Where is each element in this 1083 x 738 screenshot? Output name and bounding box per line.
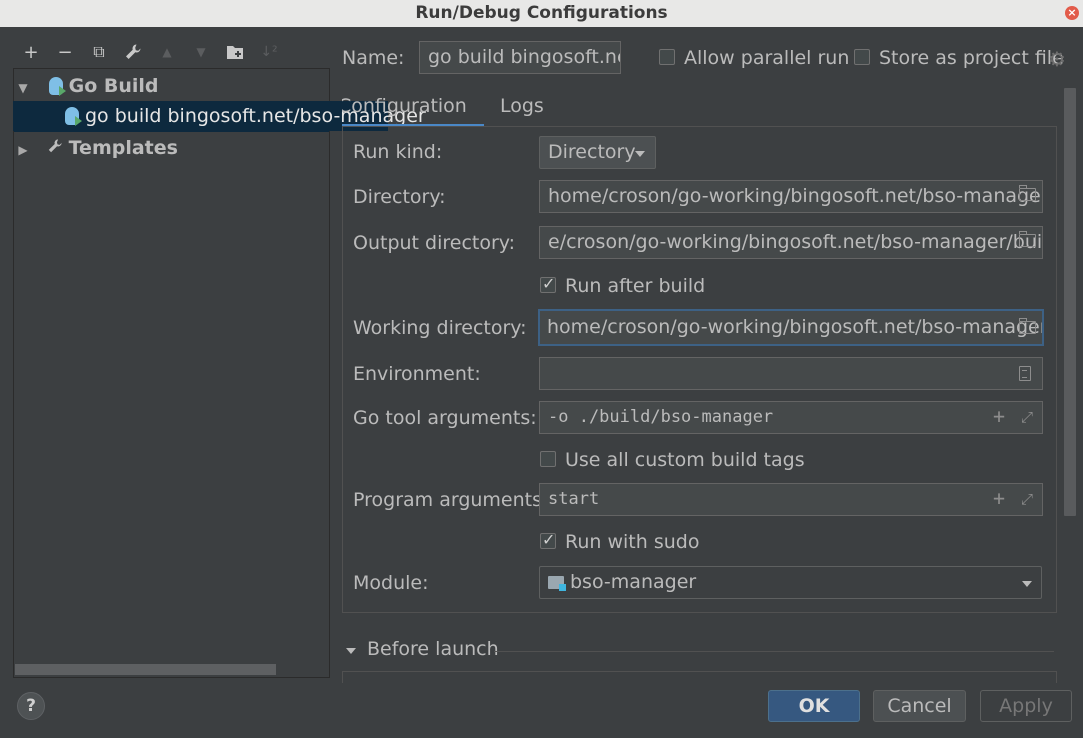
folder-icon[interactable] bbox=[1019, 231, 1036, 247]
module-label: Module: bbox=[353, 572, 429, 594]
collapse-arrow-icon[interactable] bbox=[346, 648, 356, 654]
folder-icon[interactable] bbox=[1019, 185, 1036, 201]
output-directory-value: e/croson/go-working/bingosoft.net/bso-ma… bbox=[548, 231, 1043, 253]
expand-icon[interactable]: ⤢ bbox=[1021, 402, 1033, 432]
sort-icon[interactable]: ↓² bbox=[252, 38, 286, 66]
tab-configuration[interactable]: Configuration bbox=[342, 88, 484, 127]
run-after-build-label: Run after build bbox=[565, 275, 706, 297]
tree-horizontal-scrollbar[interactable] bbox=[15, 664, 276, 675]
working-directory-value: home/croson/go-working/bingosoft.net/bso… bbox=[547, 316, 1044, 338]
config-tabs: Configuration Logs bbox=[342, 88, 1056, 127]
directory-field[interactable]: home/croson/go-working/bingosoft.net/bso… bbox=[539, 180, 1043, 213]
environment-field[interactable] bbox=[539, 357, 1043, 390]
run-after-build-checkbox[interactable] bbox=[540, 274, 556, 293]
document-icon[interactable] bbox=[1019, 366, 1031, 381]
store-project-checkbox[interactable] bbox=[854, 49, 870, 65]
copy-icon[interactable]: ⧉ bbox=[82, 38, 116, 66]
run-kind-value: Directory bbox=[548, 141, 636, 163]
remove-icon[interactable]: − bbox=[48, 38, 82, 66]
run-kind-label: Run kind: bbox=[353, 141, 443, 163]
window-title: Run/Debug Configurations bbox=[415, 3, 668, 23]
plus-icon[interactable]: + bbox=[993, 484, 1005, 513]
expanded-arrow-icon[interactable]: ▼ bbox=[14, 73, 32, 103]
wrench-icon[interactable] bbox=[116, 38, 150, 66]
plus-icon[interactable]: + bbox=[993, 402, 1005, 431]
help-button[interactable]: ? bbox=[17, 692, 45, 720]
gear-icon[interactable]: ⚙ bbox=[1048, 47, 1066, 71]
tree-group-templates[interactable]: ▶ Templates bbox=[14, 133, 178, 163]
tree-group-go-build[interactable]: ▼ Go Build bbox=[14, 71, 159, 103]
store-project-label: Store as project file bbox=[879, 47, 1064, 69]
program-arguments-field[interactable]: start + ⤢ bbox=[539, 483, 1043, 516]
allow-parallel-checkbox[interactable] bbox=[659, 49, 675, 65]
module-icon bbox=[548, 576, 566, 591]
run-kind-select[interactable]: Directory bbox=[539, 136, 656, 169]
allow-parallel-label: Allow parallel run bbox=[684, 47, 850, 69]
before-launch-divider bbox=[494, 651, 1054, 652]
go-tool-arguments-label: Go tool arguments: bbox=[353, 407, 537, 429]
program-arguments-label: Program arguments: bbox=[353, 489, 549, 511]
custom-build-tags-label: Use all custom build tags bbox=[565, 449, 805, 471]
gopher-icon bbox=[48, 77, 66, 96]
move-down-icon[interactable]: ▼ bbox=[184, 38, 218, 66]
tree-group-label: Go Build bbox=[68, 75, 159, 97]
output-directory-field[interactable]: e/croson/go-working/bingosoft.net/bso-ma… bbox=[539, 226, 1043, 259]
module-value: bso-manager bbox=[570, 571, 697, 593]
directory-label: Directory: bbox=[353, 186, 446, 208]
cancel-button[interactable]: Cancel bbox=[873, 690, 966, 722]
configuration-tree: ▼ Go Build go build bingosoft.net/bso-ma… bbox=[13, 68, 330, 678]
name-label: Name: bbox=[342, 47, 405, 69]
close-window-button[interactable]: × bbox=[1065, 6, 1079, 20]
go-tool-arguments-value: -o ./build/bso-manager bbox=[548, 407, 774, 427]
add-icon[interactable]: + bbox=[14, 38, 48, 66]
run-with-sudo-checkbox[interactable] bbox=[540, 530, 556, 549]
chevron-down-icon bbox=[635, 151, 645, 157]
tab-configuration-label: Configuration bbox=[342, 95, 467, 117]
before-launch-title[interactable]: Before launch bbox=[367, 638, 499, 660]
environment-label: Environment: bbox=[353, 363, 481, 385]
ok-button[interactable]: OK bbox=[768, 690, 860, 722]
new-folder-icon[interactable] bbox=[218, 38, 252, 66]
selected-config-row-overlay[interactable]: go build bingosoft.net/bso-manager bbox=[13, 101, 426, 131]
folder-icon[interactable] bbox=[1019, 318, 1036, 334]
name-field[interactable]: go build bingosoft.net bbox=[419, 41, 621, 74]
chevron-down-icon bbox=[1022, 581, 1032, 587]
custom-build-tags-checkbox[interactable] bbox=[540, 451, 556, 467]
window-title-bar: Run/Debug Configurations × bbox=[0, 0, 1083, 27]
working-directory-label: Working directory: bbox=[353, 317, 527, 339]
run-with-sudo-label: Run with sudo bbox=[565, 531, 700, 553]
working-directory-field[interactable]: home/croson/go-working/bingosoft.net/bso… bbox=[538, 309, 1044, 346]
gopher-icon bbox=[65, 107, 82, 126]
move-up-icon[interactable]: ▲ bbox=[150, 38, 184, 66]
program-arguments-value: start bbox=[548, 489, 600, 509]
templates-label: Templates bbox=[68, 137, 178, 159]
before-launch-panel bbox=[342, 671, 1057, 683]
output-directory-label: Output directory: bbox=[353, 232, 516, 254]
wrench-icon bbox=[47, 134, 65, 164]
directory-value: home/croson/go-working/bingosoft.net/bso… bbox=[548, 185, 1043, 207]
apply-button[interactable]: Apply bbox=[980, 690, 1072, 722]
go-tool-arguments-field[interactable]: -o ./build/bso-manager + ⤢ bbox=[539, 401, 1043, 434]
tree-toolbar: + − ⧉ ▲ ▼ ↓² bbox=[14, 38, 286, 66]
expand-icon[interactable]: ⤢ bbox=[1021, 484, 1033, 514]
tab-logs[interactable]: Logs bbox=[500, 88, 544, 124]
collapsed-arrow-icon[interactable]: ▶ bbox=[14, 135, 32, 165]
vertical-scrollbar[interactable] bbox=[1064, 88, 1076, 516]
module-select[interactable]: bso-manager bbox=[539, 566, 1042, 599]
